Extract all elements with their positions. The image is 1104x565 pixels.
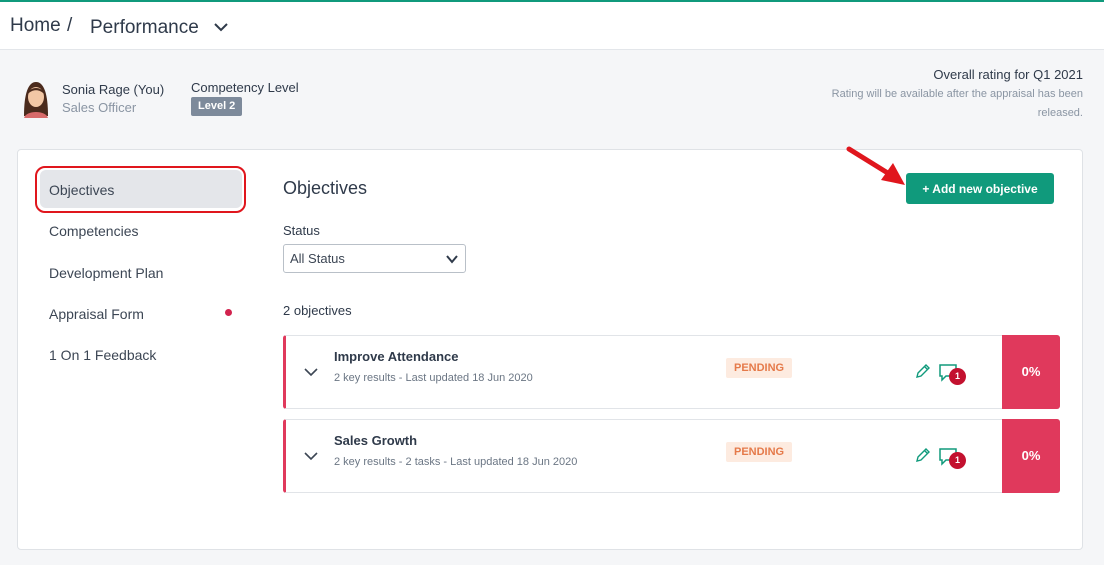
objective-meta: 2 key results - Last updated 18 Jun 2020 — [334, 372, 533, 384]
competency-title: Competency Level — [191, 80, 299, 95]
comment-count-badge: 1 — [949, 368, 966, 385]
annotation-arrow-icon — [846, 146, 905, 185]
status-badge: PENDING — [726, 442, 793, 462]
sidebar-item-competencies[interactable]: Competencies — [49, 223, 139, 239]
chevron-down-icon — [446, 255, 458, 264]
objective-row[interactable]: Improve Attendance 2 key results - Last … — [283, 335, 1060, 409]
notification-dot — [225, 309, 232, 316]
user-name: Sonia Rage (You) — [62, 82, 165, 97]
breadcrumb-current[interactable]: Performance — [90, 17, 199, 39]
sidebar-item-objectives[interactable]: Objectives — [49, 182, 114, 198]
chevron-down-icon[interactable] — [303, 450, 319, 462]
sidebar-item-appraisal-form[interactable]: Appraisal Form — [49, 306, 144, 322]
objective-title[interactable]: Improve Attendance — [334, 349, 459, 364]
progress-value: 0% — [1002, 335, 1060, 409]
user-role: Sales Officer — [62, 100, 137, 115]
competency-level-badge: Level 2 — [191, 97, 243, 116]
chevron-down-icon[interactable] — [303, 366, 319, 378]
add-objective-button[interactable]: + Add new objective — [906, 173, 1054, 204]
pencil-icon[interactable] — [914, 446, 932, 464]
objectives-card: Objectives Competencies Development Plan… — [17, 146, 1083, 550]
objective-row[interactable]: Sales Growth 2 key results - 2 tasks - L… — [283, 419, 1060, 493]
pencil-icon[interactable] — [914, 362, 932, 380]
sidebar-item-development-plan[interactable]: Development Plan — [49, 265, 163, 281]
breadcrumb-separator: / — [67, 15, 73, 36]
objective-title[interactable]: Sales Growth — [334, 433, 417, 448]
comment-count-badge: 1 — [949, 452, 966, 469]
objective-meta: 2 key results - 2 tasks - Last updated 1… — [334, 456, 578, 468]
avatar — [24, 82, 48, 118]
page-title: Objectives — [283, 178, 368, 198]
objectives-count: 2 objectives — [283, 303, 352, 318]
overall-rating-title: Overall rating for Q1 2021 — [933, 67, 1083, 82]
progress-value: 0% — [1002, 419, 1060, 493]
breadcrumb-home[interactable]: Home — [10, 15, 61, 37]
overall-rating-note: Rating will be available after the appra… — [831, 88, 1083, 119]
status-filter-select[interactable]: All Status — [283, 244, 466, 273]
top-bar: Home / Performance — [0, 0, 1104, 50]
status-filter-value: All Status — [290, 251, 345, 266]
status-filter-label: Status — [283, 223, 320, 238]
chevron-down-icon[interactable] — [212, 20, 230, 34]
sidebar-item-one-on-one-feedback[interactable]: 1 On 1 Feedback — [49, 347, 156, 363]
status-badge: PENDING — [726, 358, 793, 378]
